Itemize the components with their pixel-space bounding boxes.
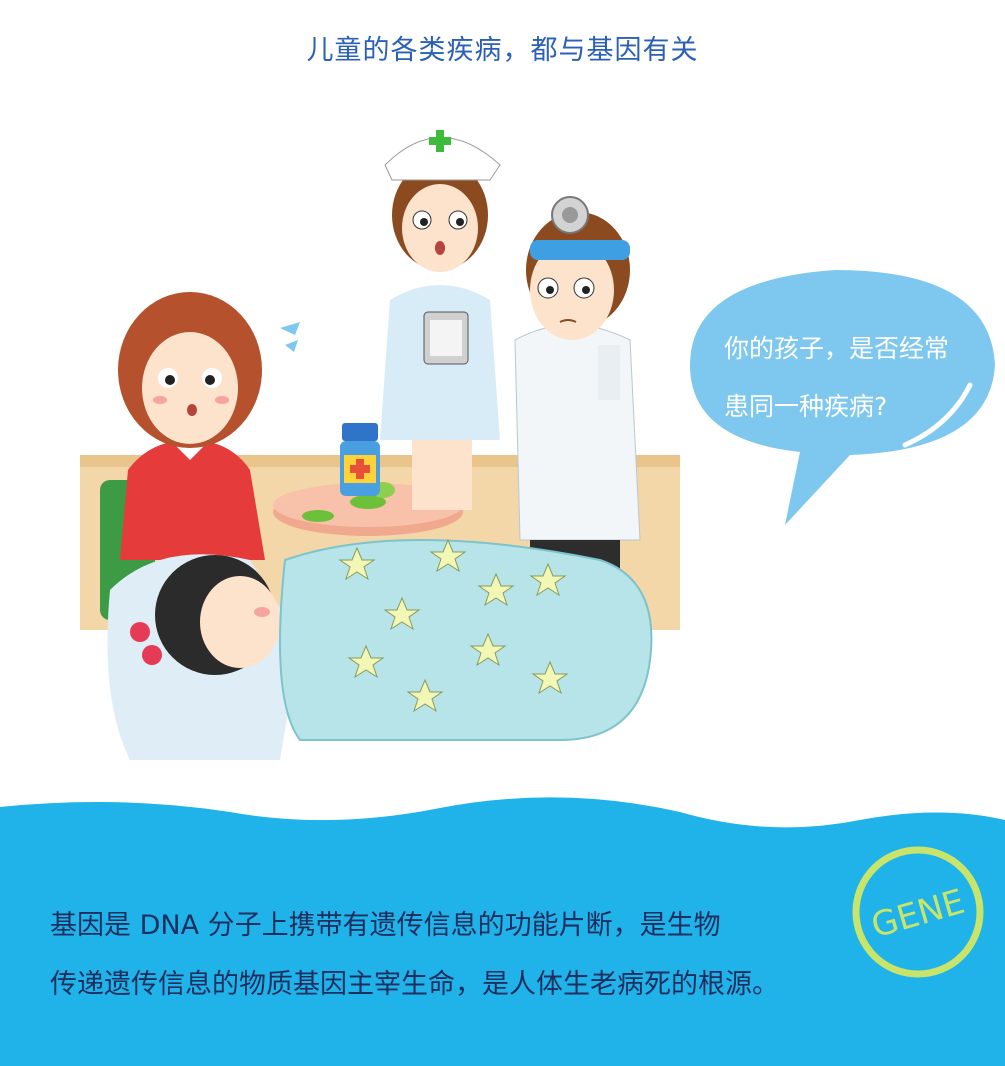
info-text-line1: 基因是 DNA 分子上携带有遗传信息的功能片断，是生物 — [50, 910, 721, 941]
info-text-line2: 传递遗传信息的物质基因主宰生命，是人体生老病死的根源。 — [50, 969, 779, 1000]
